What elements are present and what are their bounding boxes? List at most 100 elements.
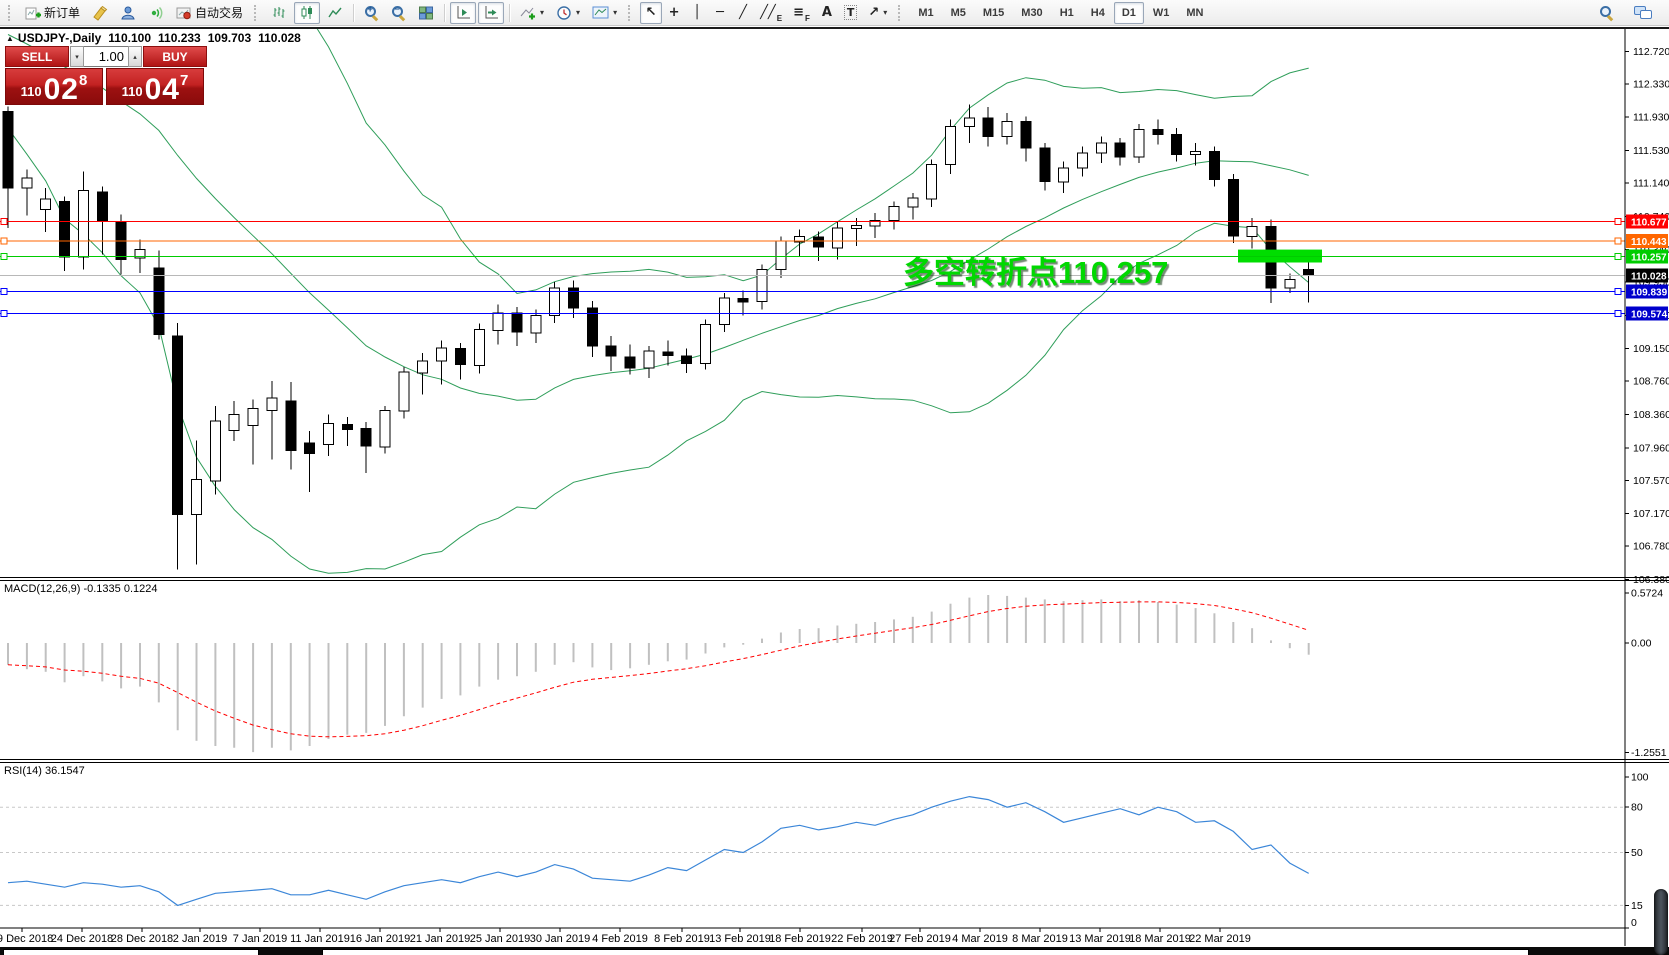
auto-scroll-button[interactable] [450,1,477,24]
hline-handle[interactable] [0,237,8,245]
indicators-button[interactable]: ▾ [515,2,549,24]
timeframe-m30[interactable]: M30 [1013,2,1050,24]
svg-text:50: 50 [1631,847,1643,859]
candlestick-chart-button[interactable] [294,1,321,24]
sell-price-big: 02 [43,72,79,106]
candlestick-chart-icon [301,6,313,19]
cursor-tool-icon: ↖ [645,5,657,20]
svg-text:80: 80 [1631,802,1643,814]
buy-button[interactable]: BUY [143,46,207,67]
trendline-tool-icon: ╱ [739,5,747,20]
bottom-box-left [3,949,259,955]
svg-text:110.443: 110.443 [1631,237,1667,248]
vertical-line-tool[interactable]: │ [686,2,708,24]
chart-shift-button[interactable] [478,1,505,24]
tile-windows-icon [419,6,434,19]
svg-text:21 Jan 2019: 21 Jan 2019 [410,933,471,945]
profile-button[interactable] [115,2,141,24]
timeframe-m5[interactable]: M5 [943,2,974,24]
timeframe-m1[interactable]: M1 [910,2,941,24]
svg-text:18 Mar 2019: 18 Mar 2019 [1129,933,1191,945]
timeframe-d1[interactable]: D1 [1113,1,1144,24]
svg-text:19 Dec 2018: 19 Dec 2018 [0,933,53,945]
cursor-tool[interactable]: ↖ [640,1,663,24]
signals-icon [151,6,163,19]
sell-price[interactable]: 110 02 8 [5,68,103,105]
svg-text:4 Mar 2019: 4 Mar 2019 [952,933,1008,945]
line-chart-button[interactable] [322,2,348,24]
scrollbar-thumb[interactable] [1654,889,1668,955]
zoom-out-icon: − [391,4,406,20]
hline-handle[interactable] [0,309,8,317]
hline-handle[interactable] [0,218,8,225]
price-tags: 110.677 110.443 110.257 110.028 109.839 109.5… [1626,214,1668,321]
text-label-tool[interactable]: T [839,2,863,24]
hline-handle[interactable] [1614,287,1622,295]
timeframe-m15[interactable]: M15 [975,2,1012,24]
search-button[interactable] [1594,2,1619,24]
svg-text:4 Feb 2019: 4 Feb 2019 [592,933,648,945]
zoom-out-button[interactable]: − [386,2,411,24]
toolbar-grip[interactable] [898,4,904,21]
volume-decrease-button[interactable]: ▾ [70,46,84,67]
buy-price[interactable]: 110 04 7 [106,68,204,105]
hline-handle[interactable] [0,253,8,260]
chat-icon [1634,5,1652,20]
open-value: 110.100 [108,31,152,45]
timeframe-toolbar: M1 M5 M15 M30 H1 H4 D1 W1 MN [910,1,1211,24]
periods-button[interactable]: ▾ [551,2,585,24]
tile-windows-button[interactable] [413,2,439,24]
candles [2,104,1315,570]
chat-button[interactable] [1629,2,1657,24]
hline-handle[interactable] [0,287,8,295]
crosshair-tool[interactable]: + [663,2,685,24]
svg-text:0.5724: 0.5724 [1631,588,1663,600]
auto-trading-button[interactable]: 自动交易 [171,2,248,24]
sell-button[interactable]: SELL [5,46,69,67]
timeframe-h4[interactable]: H4 [1083,2,1113,24]
indicators-icon [520,7,536,20]
svg-text:112.330: 112.330 [1633,78,1669,90]
vertical-line-tool-icon: │ [693,5,701,20]
line-chart-icon [328,7,342,18]
signals-button[interactable] [143,2,169,24]
volume-stepper: ▾ ▴ [70,46,142,67]
svg-text:108.760: 108.760 [1633,376,1669,388]
hline-handle[interactable] [1614,309,1622,317]
toolbar-grip[interactable] [8,4,14,21]
arrows-tool[interactable]: ↗ ▾ [863,2,892,24]
svg-text:106.380: 106.380 [1633,574,1669,586]
bar-chart-button[interactable] [266,2,292,24]
sell-price-prefix: 110 [20,84,42,99]
hline-handle[interactable] [1614,253,1622,260]
horizontal-line-tool[interactable]: ─ [709,2,731,24]
chart-canvas[interactable]: 112.720112.330111.930111.530111.140110.7… [0,0,1669,955]
one-click-trading-panel: SELL ▾ ▴ BUY 110 02 8 110 04 7 [5,46,207,105]
panel-separators[interactable] [0,28,1669,946]
svg-text:24 Dec 2018: 24 Dec 2018 [51,933,113,945]
fibonacci-tool[interactable]: ≡ F [788,2,815,24]
text-tool[interactable]: A [816,2,838,24]
equidistant-channel-tool[interactable]: ╱╱ E [755,2,787,24]
text-tool-icon: A [821,5,832,20]
timeframe-w1[interactable]: W1 [1145,2,1178,24]
templates-button[interactable]: ▾ [587,2,622,24]
toolbar-grip[interactable] [628,4,634,21]
timeframe-h1[interactable]: H1 [1052,2,1082,24]
volume-increase-button[interactable]: ▴ [128,46,142,67]
hline-handle[interactable] [1614,218,1622,225]
turning-point-annotation[interactable]: 多空转折点110.257 [903,247,1168,292]
zoom-in-button[interactable]: + [359,2,384,24]
new-order-button[interactable]: 新订单 [20,2,85,24]
timeframe-mn[interactable]: MN [1178,2,1211,24]
toolbar-right-icons [1594,2,1657,24]
toolbar-grip[interactable] [254,4,260,21]
volume-input[interactable] [84,46,128,67]
svg-text:111.930: 111.930 [1633,112,1669,124]
eraser-button[interactable] [87,2,113,24]
svg-text:18 Feb 2019: 18 Feb 2019 [769,933,831,945]
trendline-tool[interactable]: ╱ [732,2,754,24]
date-axis[interactable]: 19 Dec 201824 Dec 201828 Dec 20182 Jan 2… [0,928,1251,945]
hline-handle[interactable] [1614,237,1622,245]
mt4-terminal-window: 新订单 自动交易 + − ▾ ▾ ▾ ↖ + │ ─ ╱ ╱╱ E ≡ F A … [0,0,1669,955]
